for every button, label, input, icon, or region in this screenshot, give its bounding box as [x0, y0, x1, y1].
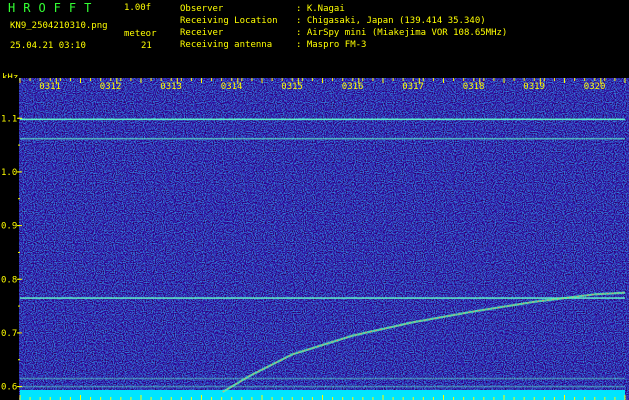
- x-tick-label: 0319: [523, 82, 545, 92]
- y-axis-strip: [0, 78, 19, 400]
- info-observer: Observer: K.Nagai: [180, 4, 345, 14]
- x-tick-label: 0317: [402, 82, 424, 92]
- x-tick-label: 0312: [100, 82, 122, 92]
- file-name: KN9_2504210310.png: [10, 21, 108, 31]
- info-antenna: Receiving antenna: Maspro FM-3: [180, 40, 367, 50]
- y-tick-label: 0.9: [1, 222, 17, 232]
- spectrogram-svg: 1.1 1.0 0.9 0.8 0.7 0.6 0311 0312 0313 0314 0315 03…: [0, 78, 629, 400]
- x-tick-label: 0316: [342, 82, 364, 92]
- x-tick-label: 0314: [221, 82, 243, 92]
- date-time: 25.04.21 03:10: [10, 41, 86, 51]
- version-label: 1.00f: [124, 3, 152, 13]
- x-tick-label: 0320: [584, 82, 606, 92]
- app-logo: HROFFT: [8, 1, 100, 15]
- y-tick-label: 0.8: [1, 275, 17, 285]
- info-receiver: Receiver: AirSpy mini (Miakejima VOR 108…: [180, 28, 508, 38]
- spectrogram-plot: 1.1 1.0 0.9 0.8 0.7 0.6 0311 0312 0313 0314 0315 03…: [0, 78, 629, 400]
- x-tick-label: 0311: [39, 82, 61, 92]
- y-tick-label: 0.6: [1, 383, 17, 393]
- meteor-label: meteor: [124, 29, 157, 39]
- meteor-count: 21: [141, 41, 152, 51]
- noise-layer: [0, 78, 629, 400]
- y-tick-label: 0.7: [1, 329, 17, 339]
- x-tick-label: 0315: [281, 82, 303, 92]
- y-tick-label: 1.0: [1, 168, 17, 178]
- info-location: Receiving Location: Chigasaki, Japan (13…: [180, 16, 486, 26]
- x-tick-label: 0318: [463, 82, 485, 92]
- x-tick-label: 0313: [160, 82, 182, 92]
- header-panel: HROFFT 1.00f KN9_2504210310.png meteor 2…: [0, 0, 629, 78]
- y-tick-label: 1.1: [1, 114, 17, 124]
